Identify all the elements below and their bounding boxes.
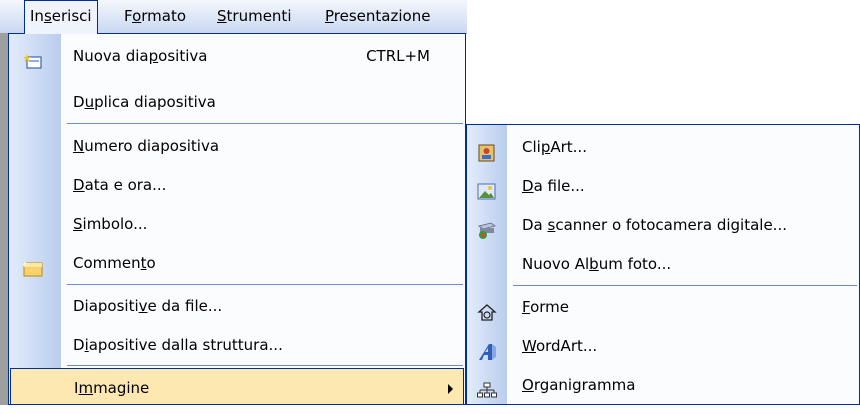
menu-item-immagine[interactable]: Immagine (10, 368, 464, 405)
menu-strumenti[interactable]: Strumenti (212, 0, 296, 33)
submenu-item-scanner[interactable]: Da scanner o fotocamera digitale... (467, 206, 859, 244)
menu-separator (67, 123, 463, 124)
new-slide-icon (23, 47, 43, 69)
submenu-item-album-foto[interactable]: Nuovo Album foto... (467, 245, 859, 283)
org-chart-icon (477, 376, 497, 398)
menu-item-diapositive-da-file[interactable]: Diapositive da file... (9, 287, 465, 325)
submenu-item-organigramma[interactable]: Organigramma (467, 366, 859, 404)
immagine-submenu: ClipArt... Da file... Da scanner o fotoc… (466, 124, 860, 405)
submenu-item-clipart[interactable]: ClipArt... (467, 128, 859, 166)
wordart-icon (477, 337, 497, 360)
menu-inserisci[interactable]: Inserisci (24, 0, 98, 34)
submenu-separator (513, 285, 857, 286)
menu-item-nuova-diapositiva[interactable]: Nuova diapositiva CTRL+M (9, 37, 465, 75)
autoshapes-icon (477, 298, 497, 321)
menu-presentazione[interactable]: Presentazione (320, 0, 435, 33)
menu-item-simbolo[interactable]: Simbolo... (9, 205, 465, 243)
clipart-icon (477, 138, 497, 162)
menu-bar: Inserisci Formato Strumenti Presentazion… (0, 0, 467, 34)
comment-icon (22, 254, 43, 277)
shortcut-label: CTRL+M (366, 47, 430, 65)
menu-separator (67, 284, 463, 285)
submenu-item-wordart[interactable]: WordArt... (467, 327, 859, 365)
menu-shadow (0, 33, 8, 405)
submenu-item-da-file[interactable]: Da file... (467, 167, 859, 205)
menu-formato[interactable]: Formato (119, 0, 191, 33)
submenu-arrow-icon (448, 384, 453, 394)
menu-item-commento[interactable]: Commento (9, 244, 465, 282)
menu-item-diapositive-struttura[interactable]: Diapositive dalla struttura... (9, 326, 465, 364)
picture-file-icon (477, 177, 497, 200)
menu-item-data-ora[interactable]: Data e ora... (9, 166, 465, 204)
menu-separator (67, 365, 463, 366)
menu-item-duplica-diapositiva[interactable]: Duplica diapositiva (9, 83, 465, 121)
menu-item-numero-diapositiva[interactable]: Numero diapositiva (9, 127, 465, 165)
inserisci-dropdown: Nuova diapositiva CTRL+M Duplica diaposi… (8, 33, 466, 405)
scanner-camera-icon (477, 216, 497, 239)
submenu-item-forme[interactable]: Forme (467, 288, 859, 326)
